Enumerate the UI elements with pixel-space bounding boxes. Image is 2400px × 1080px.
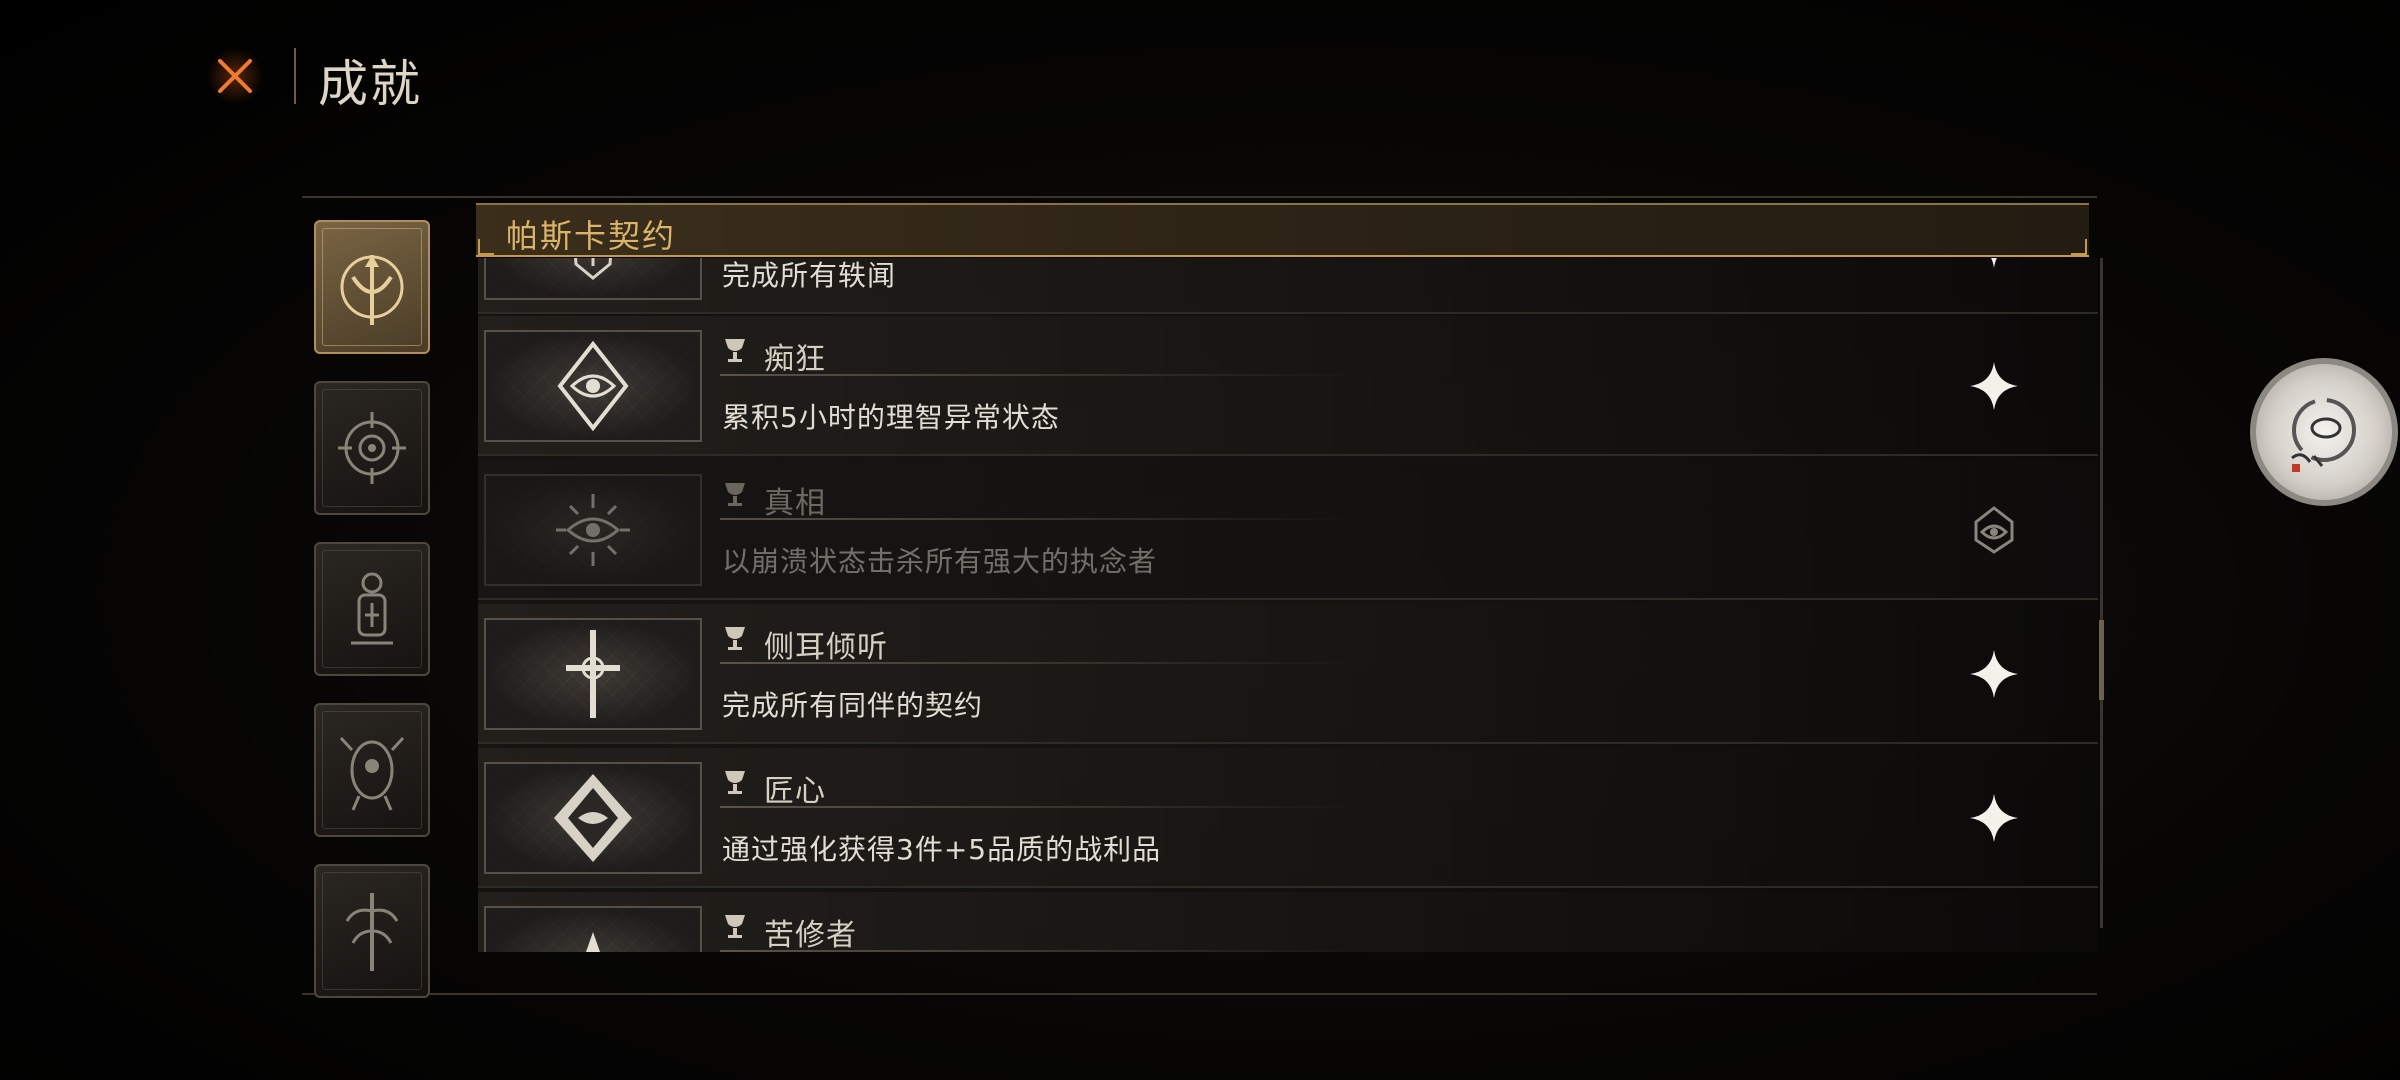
trophy-cup-icon [725, 771, 745, 794]
achievement-badge [484, 330, 702, 442]
category-title: 帕斯卡契约 [506, 217, 677, 255]
achievement-badge [484, 618, 702, 730]
close-x-icon [218, 59, 252, 93]
compass-eye-icon [338, 412, 406, 484]
achievement-description: 完成所有同伴的契约 [722, 689, 984, 722]
demon-mask-icon [339, 736, 405, 811]
tab-category-1[interactable] [314, 220, 430, 354]
achievement-badge [484, 762, 702, 874]
achievement-row[interactable]: 苦修者 [478, 892, 2098, 952]
achievement-name: 苦修者 [764, 918, 857, 952]
ink-seal-icon [2291, 398, 2356, 472]
achievement-row[interactable]: 匠心 通过强化获得3件+5品质的战利品 [478, 748, 2098, 888]
achievement-badge [484, 474, 702, 586]
scrollbar-track[interactable] [2100, 258, 2103, 928]
cross-icon [566, 630, 620, 718]
page-title: 成就 [318, 55, 422, 113]
trophy-cup-icon [725, 339, 745, 362]
name-divider [720, 806, 1360, 808]
achievement-name: 匠心 [764, 774, 826, 809]
tab-category-4[interactable] [314, 703, 430, 837]
tab-category-5[interactable] [314, 864, 430, 998]
tab-category-2[interactable] [314, 381, 430, 515]
sparkle-icon [1970, 650, 2018, 698]
trophy-cup-icon [725, 915, 745, 938]
close-button[interactable] [205, 50, 265, 102]
name-divider [720, 662, 1360, 664]
radiant-eye-icon [556, 494, 630, 566]
trophy-cup-icon [725, 627, 745, 650]
scrollbar-thumb[interactable] [2099, 620, 2104, 700]
achievement-badge [484, 258, 702, 300]
trident-emblem-icon [340, 255, 404, 325]
name-divider [720, 374, 1360, 376]
trophy-cup-icon [725, 483, 745, 506]
achievement-description: 完成所有轶闻 [722, 259, 897, 292]
diamond-eye-icon [557, 340, 629, 432]
achievement-name: 痴狂 [764, 342, 826, 377]
achievement-description: 以崩溃状态击杀所有强大的执念者 [722, 545, 1158, 578]
achievement-row[interactable]: 侧耳倾听 完成所有同伴的契约 [478, 604, 2098, 744]
sparkle-icon [1970, 794, 2018, 842]
achievement-row[interactable]: 真相 以崩溃状态击杀所有强大的执念者 [478, 460, 2098, 600]
achievement-description: 累积5小时的理智异常状态 [722, 401, 1060, 434]
diamond-sunburst-icon [554, 774, 632, 862]
name-divider [720, 950, 1360, 952]
achievement-name: 侧耳倾听 [764, 630, 888, 665]
tab-category-3[interactable] [314, 542, 430, 676]
achievement-row[interactable]: 痴狂 累积5小时的理智异常状态 [478, 316, 2098, 456]
achievement-badge [484, 906, 702, 952]
achievement-description: 通过强化获得3件+5品质的战利品 [722, 833, 1162, 866]
lantern-idol-icon [351, 572, 393, 645]
name-divider [720, 518, 1360, 520]
sparkle-icon [1970, 362, 2018, 410]
locked-emblem-icon [1974, 506, 2014, 554]
shield-crest-icon [574, 258, 612, 280]
achievement-name: 真相 [764, 486, 826, 521]
floating-assistant-button[interactable] [2250, 358, 2398, 506]
twisted-tree-icon [345, 893, 399, 971]
achievement-row[interactable]: 完成所有轶闻 [478, 258, 2098, 314]
achievement-list[interactable]: 完成所有轶闻 痴狂 累积5小时的理智异常状态 真相 以崩溃状态击杀所有强大的执念… [478, 258, 2098, 952]
sparkle-icon [1991, 258, 1997, 268]
category-header: 帕斯卡契约 [476, 203, 2089, 257]
spike-icon [586, 932, 600, 952]
header-divider [294, 48, 296, 104]
